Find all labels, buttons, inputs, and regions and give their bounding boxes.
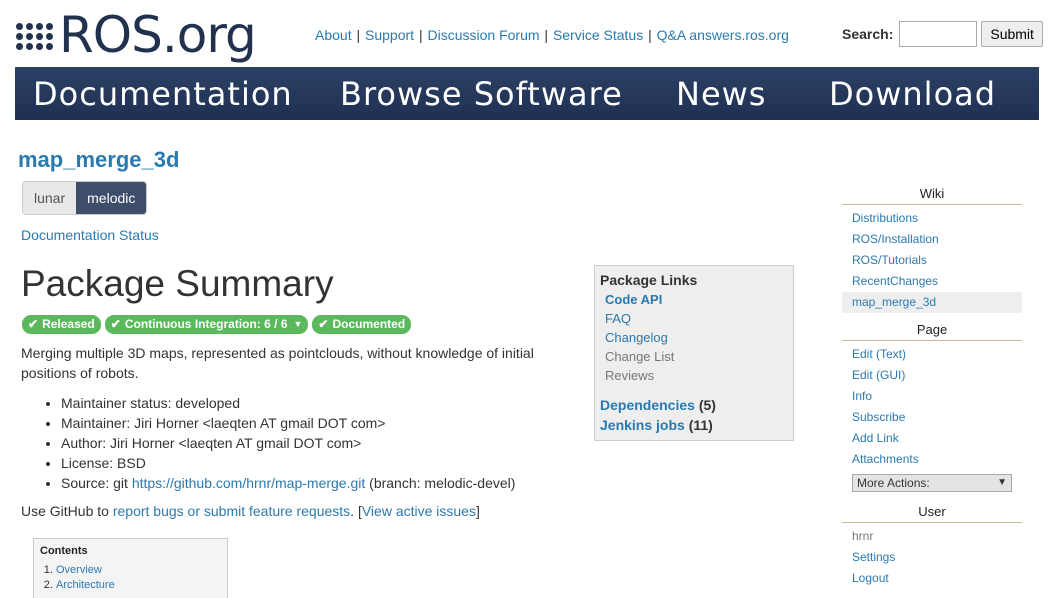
sidebar-item-logout[interactable]: Logout [842,568,1022,589]
faq-link[interactable]: FAQ [605,309,788,328]
dependencies-link[interactable]: Dependencies [600,397,695,413]
source-url-link[interactable]: https://github.com/hrnr/map-merge.git [132,475,365,491]
dependencies-line: Dependencies (5) [600,395,788,415]
check-icon: ✔ [318,317,329,331]
status-badges: ✔ Released ✔ Continuous Integration: 6 / 6… [22,315,415,334]
sidebar-item-edit-gui[interactable]: Edit (GUI) [842,365,1022,386]
sidebar-item-recent-changes[interactable]: RecentChanges [842,271,1022,292]
sidebar-item-add-link[interactable]: Add Link [842,428,1022,449]
code-api-link[interactable]: Code API [605,290,788,309]
logo-dots-icon [16,22,53,50]
sidebar-item-current-page[interactable]: map_merge_3d [842,292,1022,313]
nav-documentation[interactable]: Documentation [33,75,293,113]
nav-news[interactable]: News [676,75,766,113]
package-title[interactable]: map_merge_3d [18,147,179,173]
badge-label: Continuous Integration: 6 / 6 [124,317,288,331]
jenkins-count: (11) [688,417,713,433]
ros-logo[interactable]: ROS.org [16,6,257,64]
sidebar-item-installation[interactable]: ROS/Installation [842,229,1022,250]
sidebar-page-title: Page [842,322,1022,341]
sidebar-item-subscribe[interactable]: Subscribe [842,407,1022,428]
top-links: About | Support | Discussion Forum | Ser… [315,27,789,43]
check-icon: ✔ [110,317,121,331]
reviews-link: Reviews [605,368,655,383]
badge-label: Released [42,317,95,331]
caret-down-icon: ▼ [293,319,303,329]
license: License: BSD [61,453,515,473]
sidebar-user-title: User [842,504,1022,523]
package-info-list: Maintainer status: developed Maintainer:… [61,393,515,493]
package-links-title: Package Links [600,272,698,288]
sidebar-item-distributions[interactable]: Distributions [842,208,1022,229]
toc-architecture[interactable]: Architecture [56,579,115,591]
source: Source: git https://github.com/hrnr/map-… [61,473,515,493]
github-middle: . [ [350,503,362,519]
top-link-answers[interactable]: Q&A answers.ros.org [657,27,789,43]
nav-download[interactable]: Download [829,75,996,113]
package-summary-heading: Package Summary [21,263,334,304]
documentation-status-link[interactable]: Documentation Status [21,227,159,243]
distro-tab-melodic[interactable]: melodic [76,182,147,214]
github-line: Use GitHub to report bugs or submit feat… [21,503,480,519]
check-icon: ✔ [28,317,39,331]
sidebar-item-edit-text[interactable]: Edit (Text) [842,344,1022,365]
ci-badge[interactable]: ✔ Continuous Integration: 6 / 6 ▼ [104,315,309,334]
search-area: Search: Submit [842,21,1043,47]
badge-label: Documented [332,317,406,331]
package-links-box: Package Links Code API FAQ Changelog Cha… [594,265,794,441]
more-actions-label: More Actions: [857,476,930,490]
distro-tabs: lunar melodic [22,181,148,215]
top-link-forum[interactable]: Discussion Forum [427,27,539,43]
maintainer: Maintainer: Jiri Horner <laeqten AT gmai… [61,413,515,433]
github-suffix: ] [475,503,480,519]
documented-badge[interactable]: ✔ Documented [312,315,412,334]
package-description: Merging multiple 3D maps, represented as… [21,345,534,381]
changelog-link[interactable]: Changelog [605,328,788,347]
search-label: Search: [842,26,894,42]
more-actions-select[interactable]: More Actions: ▼ [852,474,1012,492]
jenkins-line: Jenkins jobs (11) [600,415,788,435]
top-link-about[interactable]: About [315,27,352,43]
sidebar: Wiki Distributions ROS/Installation ROS/… [842,186,1022,589]
sidebar-item-settings[interactable]: Settings [842,547,1022,568]
dependencies-count: (5) [698,397,716,413]
search-input[interactable] [899,21,978,47]
top-link-support[interactable]: Support [365,27,414,43]
sidebar-user-name: hrnr [852,529,874,543]
change-list-link: Change List [605,349,675,364]
maintainer-status: Maintainer status: developed [61,393,515,413]
toc-overview[interactable]: Overview [56,564,102,576]
source-branch: (branch: melodic-devel) [365,475,516,491]
view-issues-link[interactable]: View active issues [362,503,476,519]
sidebar-item-tutorials[interactable]: ROS/Tutorials [842,250,1022,271]
nav-browse-software[interactable]: Browse Software [340,75,623,113]
report-bugs-link[interactable]: report bugs or submit feature requests [113,503,350,519]
github-prefix: Use GitHub to [21,503,113,519]
sidebar-item-info[interactable]: Info [842,386,1022,407]
dropdown-arrow-icon: ▼ [997,477,1007,488]
contents-title: Contents [40,545,88,557]
released-badge[interactable]: ✔ Released [22,315,101,334]
distro-tab-lunar[interactable]: lunar [23,182,77,214]
search-submit-button[interactable]: Submit [981,21,1043,47]
jenkins-jobs-link[interactable]: Jenkins jobs [600,417,685,433]
table-of-contents: Contents Overview Architecture [33,538,228,598]
logo-text: ROS.org [59,6,257,64]
source-prefix: Source: git [61,475,132,491]
author: Author: Jiri Horner <laeqten AT gmail DO… [61,433,515,453]
sidebar-wiki-title: Wiki [842,186,1022,205]
main-nav: Documentation Browse Software News Downl… [15,67,1039,120]
sidebar-item-attachments[interactable]: Attachments [842,449,1022,470]
top-link-status[interactable]: Service Status [553,27,643,43]
